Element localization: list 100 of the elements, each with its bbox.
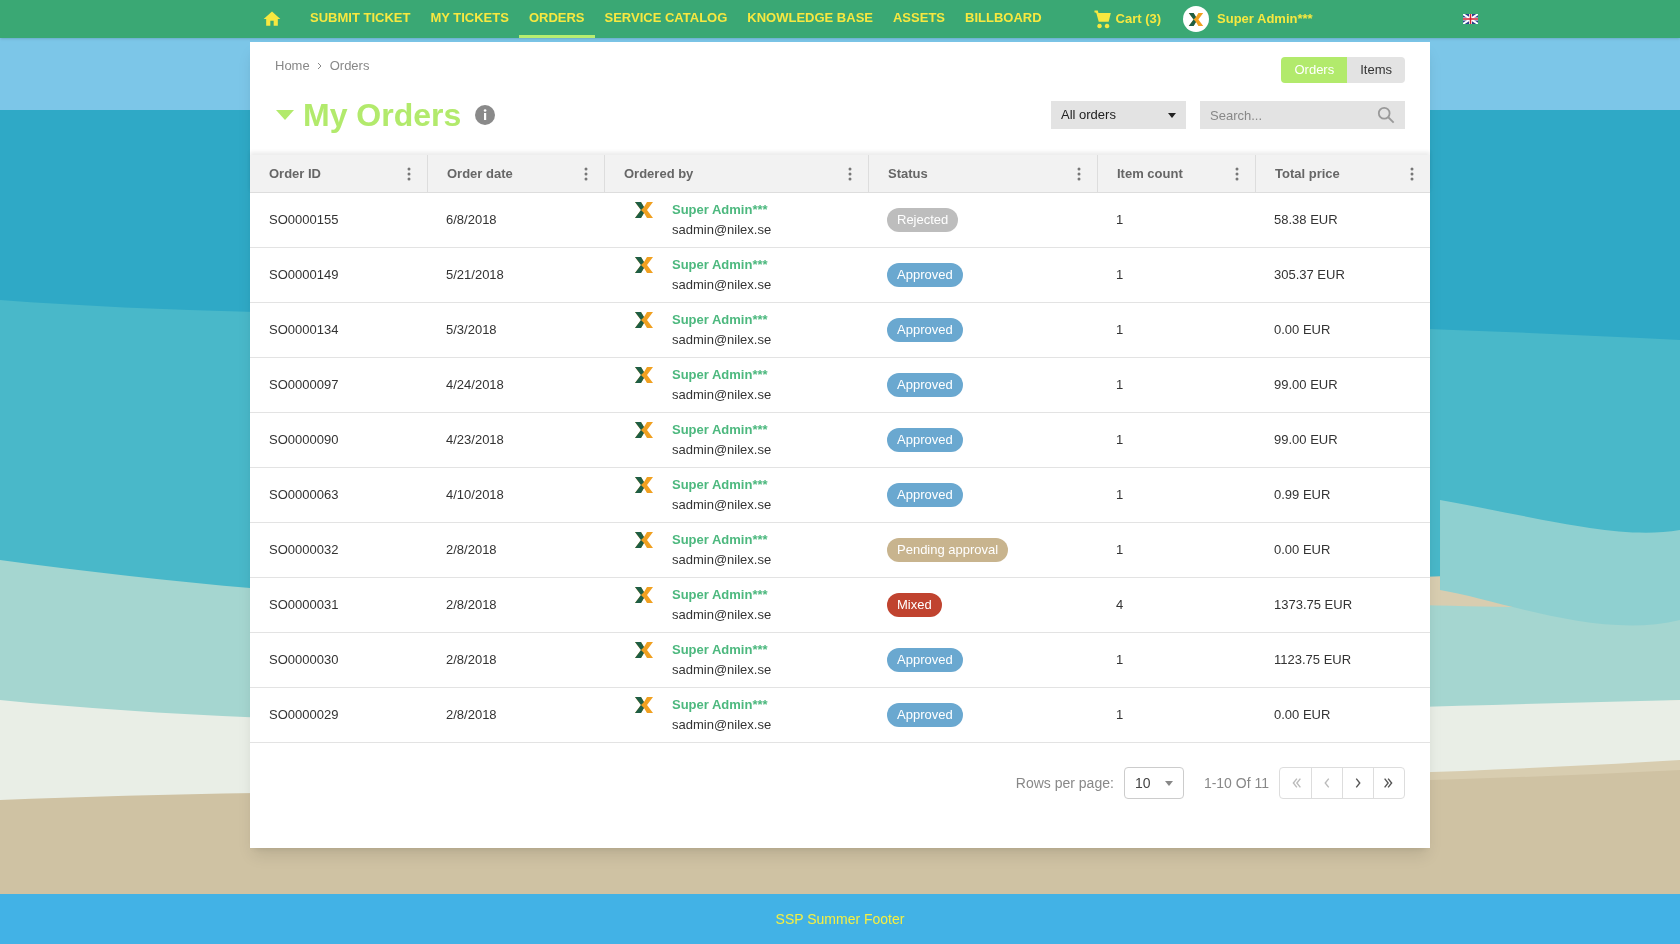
column-header[interactable]: Status	[888, 163, 928, 184]
user-email: sadmin@nilex.se	[672, 441, 772, 459]
table-cell: 4	[1116, 597, 1124, 613]
home-icon[interactable]	[262, 9, 282, 29]
logo-icon	[634, 586, 654, 604]
status-badge: Approved	[887, 428, 963, 452]
page-title: My Orders	[303, 96, 462, 135]
user-name[interactable]: Super Admin***	[672, 200, 772, 220]
logo-icon	[1188, 11, 1205, 27]
status-badge: Approved	[887, 703, 963, 727]
table-cell: 4/23/2018	[446, 432, 504, 448]
table-cell: SO0000032	[269, 542, 339, 558]
table-cell: SO0000029	[269, 707, 339, 723]
table-cell: 1	[1116, 487, 1124, 503]
table-cell: 0.00 EUR	[1274, 322, 1331, 338]
view-toggle-tab[interactable]: Items	[1347, 57, 1405, 83]
nav-link[interactable]: KNOWLEDGE BASE	[737, 0, 883, 38]
table-cell: 5/21/2018	[446, 267, 504, 283]
table-cell: 5/3/2018	[446, 322, 497, 338]
user-name[interactable]: Super Admin***	[672, 695, 772, 715]
table-cell: 4/10/2018	[446, 487, 504, 503]
table-cell: 1	[1116, 377, 1124, 393]
column-menu-icon[interactable]	[1077, 166, 1081, 181]
chevron-icon	[315, 61, 324, 70]
column-header[interactable]: Ordered by	[624, 163, 694, 184]
rows-per-page-select[interactable]: 10	[1123, 767, 1184, 799]
column-header[interactable]: Item count	[1117, 163, 1183, 184]
column-menu-icon[interactable]	[407, 166, 411, 181]
table-cell: 6/8/2018	[446, 212, 497, 228]
column-header[interactable]: Order date	[447, 163, 513, 184]
logo-icon	[634, 366, 654, 384]
nav-link[interactable]: BILLBOARD	[955, 0, 1052, 38]
user-name[interactable]: Super Admin***	[672, 530, 772, 550]
user-avatar[interactable]	[1183, 6, 1210, 32]
user-email: sadmin@nilex.se	[672, 386, 772, 404]
logo-icon	[634, 311, 654, 329]
search-field[interactable]: Search...	[1200, 101, 1405, 129]
nav-link[interactable]: SUBMIT TICKET	[300, 0, 421, 38]
nav-link[interactable]: ORDERS	[518, 0, 595, 38]
user-email: sadmin@nilex.se	[672, 496, 772, 514]
user-email: sadmin@nilex.se	[672, 606, 772, 624]
table-cell: 0.99 EUR	[1274, 487, 1331, 503]
table-cell: 2/8/2018	[446, 652, 497, 668]
table-cell: 1	[1116, 432, 1124, 448]
order-filter-dropdown[interactable]: All orders	[1051, 101, 1186, 129]
table-cell: 4/24/2018	[446, 377, 504, 393]
user-name[interactable]: Super Admin***	[672, 640, 772, 660]
table-cell: SO0000155	[269, 212, 339, 228]
user-email: sadmin@nilex.se	[672, 661, 772, 679]
column-menu-icon[interactable]	[848, 166, 852, 181]
user-name[interactable]: Super Admin***	[672, 585, 772, 605]
column-menu-icon[interactable]	[1410, 166, 1414, 181]
view-toggle-tab[interactable]: Orders	[1281, 57, 1348, 83]
table-cell: 99.00 EUR	[1274, 432, 1338, 448]
status-badge: Pending approval	[887, 538, 1009, 562]
nav-link[interactable]: SERVICE CATALOG	[594, 0, 738, 38]
table-cell: SO0000031	[269, 597, 339, 613]
table-cell: 2/8/2018	[446, 597, 497, 613]
rows-per-page-label: Rows per page:	[1015, 773, 1114, 793]
logo-icon	[634, 641, 654, 659]
logo-icon	[634, 201, 654, 219]
table-cell: SO0000149	[269, 267, 339, 283]
user-name[interactable]: Super Admin***	[1217, 9, 1313, 29]
flag-icon[interactable]	[1462, 14, 1478, 24]
user-name[interactable]: Super Admin***	[672, 310, 772, 330]
cart-link[interactable]: Cart (3)	[1115, 9, 1162, 29]
user-email: sadmin@nilex.se	[672, 551, 772, 569]
user-name[interactable]: Super Admin***	[672, 255, 772, 275]
column-menu-icon[interactable]	[584, 166, 588, 181]
user-name[interactable]: Super Admin***	[672, 475, 772, 495]
column-header[interactable]: Total price	[1275, 163, 1340, 184]
breadcrumb-current: Orders	[329, 57, 370, 75]
user-email: sadmin@nilex.se	[672, 276, 772, 294]
search-icon[interactable]	[1377, 106, 1395, 124]
info-icon[interactable]	[475, 105, 496, 125]
logo-icon	[634, 696, 654, 714]
footer-text: SSP Summer Footer	[775, 909, 905, 929]
status-badge: Approved	[887, 483, 963, 507]
caret-icon	[1168, 112, 1176, 118]
table-cell: SO0000063	[269, 487, 339, 503]
nav-link[interactable]: ASSETS	[883, 0, 955, 38]
table-cell: 2/8/2018	[446, 707, 497, 723]
logo-icon	[634, 421, 654, 439]
table-cell: 1	[1116, 267, 1124, 283]
caret-icon	[1164, 780, 1173, 786]
status-badge: Rejected	[887, 208, 959, 232]
column-header[interactable]: Order ID	[269, 163, 321, 184]
table-cell: SO0000134	[269, 322, 339, 338]
table-cell: 58.38 EUR	[1274, 212, 1338, 228]
status-badge: Approved	[887, 648, 963, 672]
breadcrumb-link[interactable]: Home	[275, 56, 310, 76]
user-email: sadmin@nilex.se	[672, 221, 772, 239]
user-email: sadmin@nilex.se	[672, 716, 772, 734]
column-menu-icon[interactable]	[1235, 166, 1239, 181]
user-name[interactable]: Super Admin***	[672, 420, 772, 440]
user-name[interactable]: Super Admin***	[672, 365, 772, 385]
nav-link[interactable]: MY TICKETS	[420, 0, 519, 38]
page-range: 1-10 Of 11	[1203, 773, 1269, 793]
logo-icon	[634, 476, 654, 494]
logo-icon	[634, 531, 654, 549]
